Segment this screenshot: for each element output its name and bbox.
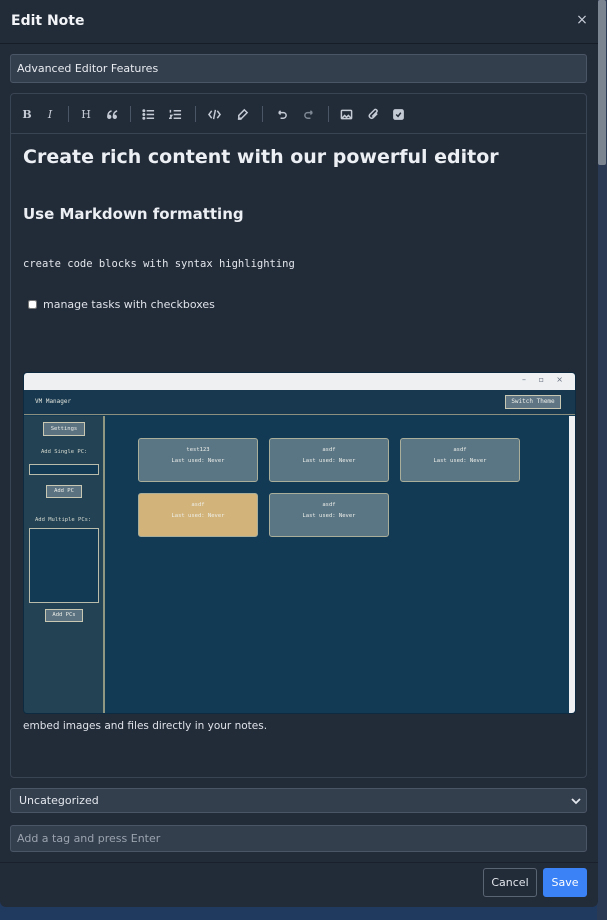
task-label: manage tasks with checkboxes bbox=[43, 298, 215, 311]
embedded-pc-card-highlighted: asdf Last used: Never bbox=[138, 493, 258, 537]
numbered-list-icon[interactable] bbox=[167, 106, 183, 122]
code-icon[interactable] bbox=[206, 106, 222, 122]
note-title-input[interactable] bbox=[10, 54, 587, 83]
embedded-pc-name: asdf bbox=[322, 502, 336, 508]
embedded-pc-last-used: Last used: Never bbox=[302, 458, 356, 464]
embedded-app-header: VM Manager Switch Theme bbox=[24, 390, 575, 415]
content-paragraph: embed images and files directly in your … bbox=[23, 720, 268, 732]
save-button[interactable]: Save bbox=[543, 868, 587, 897]
toolbar-divider bbox=[130, 106, 131, 122]
embedded-multiple-pc-textarea bbox=[29, 528, 99, 603]
embedded-pc-card: asdf Last used: Never bbox=[269, 438, 389, 482]
embedded-window-titlebar: – ▫ × bbox=[24, 373, 575, 390]
modal-title: Edit Note bbox=[11, 13, 85, 29]
redo-icon[interactable] bbox=[301, 106, 317, 122]
embedded-close-icon: × bbox=[556, 375, 563, 384]
chevron-down-icon bbox=[571, 798, 581, 805]
embedded-main-area: test123 Last used: Never asdf Last used:… bbox=[107, 416, 569, 713]
embedded-pc-last-used: Last used: Never bbox=[302, 513, 356, 519]
toolbar-divider bbox=[195, 106, 196, 122]
embedded-add-pc-button: Add PC bbox=[46, 485, 82, 498]
embedded-add-multiple-label: Add Multiple PCs: bbox=[35, 517, 92, 523]
content-heading-2: Use Markdown formatting bbox=[23, 205, 244, 223]
embedded-pc-name: asdf bbox=[453, 447, 467, 453]
bullet-list-icon[interactable] bbox=[140, 106, 156, 122]
checkbox-icon[interactable] bbox=[390, 106, 406, 122]
cancel-button[interactable]: Cancel bbox=[483, 868, 537, 897]
embedded-pc-last-used: Last used: Never bbox=[171, 458, 225, 464]
embedded-pc-card: asdf Last used: Never bbox=[269, 493, 389, 537]
highlighter-icon[interactable] bbox=[234, 106, 250, 122]
task-item[interactable]: manage tasks with checkboxes bbox=[28, 298, 215, 311]
toolbar-divider bbox=[262, 106, 263, 122]
tag-input[interactable] bbox=[10, 825, 587, 852]
rich-text-editor: B I H Create rich content with our power… bbox=[10, 93, 587, 778]
toolbar-divider bbox=[328, 106, 329, 122]
quote-icon[interactable] bbox=[104, 106, 120, 122]
image-icon[interactable] bbox=[338, 106, 354, 122]
embedded-pc-name: asdf bbox=[191, 502, 205, 508]
embedded-maximize-icon: ▫ bbox=[538, 375, 544, 384]
embedded-pc-last-used: Last used: Never bbox=[171, 513, 225, 519]
embedded-app-title: VM Manager bbox=[35, 398, 72, 405]
embedded-pc-card: asdf Last used: Never bbox=[400, 438, 520, 482]
close-icon[interactable]: × bbox=[576, 13, 588, 27]
page-scrollbar-thumb[interactable] bbox=[598, 0, 606, 165]
bold-icon[interactable]: B bbox=[19, 106, 35, 122]
heading-icon[interactable]: H bbox=[78, 106, 94, 122]
embedded-add-single-label: Add Single PC: bbox=[41, 449, 88, 455]
undo-icon[interactable] bbox=[273, 106, 289, 122]
page-scrollbar[interactable] bbox=[597, 0, 607, 920]
embedded-scrollbar bbox=[569, 416, 575, 713]
editor-content[interactable]: Create rich content with our powerful ed… bbox=[23, 134, 576, 777]
embedded-single-pc-input bbox=[29, 464, 99, 475]
modal-header: Edit Note × bbox=[0, 0, 598, 44]
embedded-add-pcs-button: Add PCs bbox=[45, 609, 83, 622]
embedded-settings-button: Settings bbox=[43, 422, 85, 436]
embedded-switch-theme-button: Switch Theme bbox=[505, 395, 561, 409]
category-select[interactable]: Uncategorized bbox=[10, 788, 587, 813]
category-selected-value: Uncategorized bbox=[19, 794, 99, 807]
italic-icon[interactable]: I bbox=[42, 106, 58, 122]
embedded-image[interactable]: – ▫ × VM Manager Switch Theme Settings A… bbox=[23, 372, 576, 714]
edit-note-modal: Edit Note × B I H bbox=[0, 0, 598, 907]
embedded-sidebar: Settings Add Single PC: Add PC Add Multi… bbox=[24, 416, 105, 713]
content-heading-1: Create rich content with our powerful ed… bbox=[23, 146, 499, 168]
embedded-pc-last-used: Last used: Never bbox=[433, 458, 487, 464]
embedded-pc-card: test123 Last used: Never bbox=[138, 438, 258, 482]
embedded-pc-name: test123 bbox=[186, 447, 210, 453]
toolbar-divider bbox=[68, 106, 69, 122]
attachment-icon[interactable] bbox=[365, 106, 381, 122]
task-checkbox[interactable] bbox=[28, 300, 37, 309]
code-block: create code blocks with syntax highlight… bbox=[23, 258, 295, 270]
editor-toolbar: B I H bbox=[11, 94, 586, 134]
embedded-minimize-icon: – bbox=[522, 375, 526, 384]
embedded-pc-name: asdf bbox=[322, 447, 336, 453]
modal-footer-divider bbox=[0, 862, 598, 863]
